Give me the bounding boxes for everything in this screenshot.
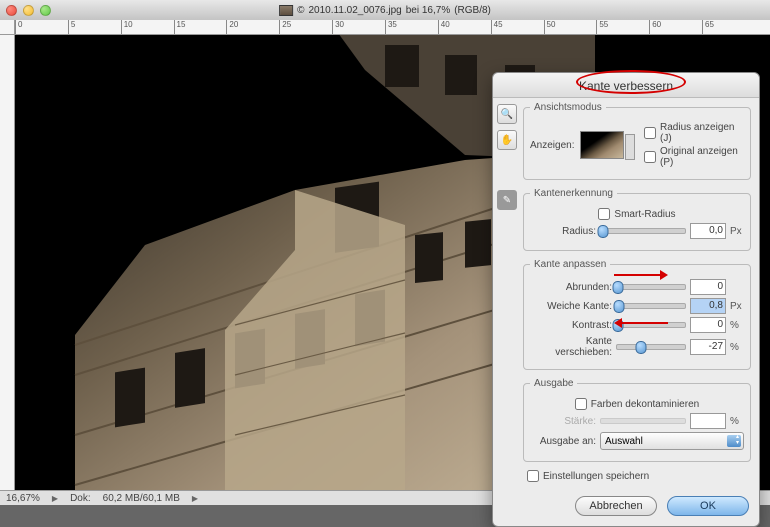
adjust-edge-legend: Kante anpassen: [530, 259, 610, 270]
workspace: 0 5 10 15 20 25 30 35 40 45 50 55 60 65: [0, 20, 770, 505]
smooth-input[interactable]: 0: [690, 279, 726, 295]
ok-button[interactable]: OK: [667, 496, 749, 516]
status-doc-value: 60,2 MB/60,1 MB: [103, 493, 180, 504]
edge-detection-group: Kantenerkennung Smart-Radius Radius: 0,0…: [523, 188, 751, 251]
feather-input[interactable]: 0,8: [690, 298, 726, 314]
smooth-label: Abrunden:: [530, 282, 612, 293]
window-titlebar: © 2010.11.02_0076.jpg bei 16,7% (RGB/8): [0, 0, 770, 20]
preview-label: Anzeigen:: [530, 140, 574, 151]
zoom-window-button[interactable]: [40, 5, 51, 16]
view-mode-group: Ansichtsmodus Anzeigen: Radius anzeigen …: [523, 102, 751, 180]
ruler-tick: 35: [385, 20, 397, 34]
decontaminate-checkbox[interactable]: Farben dekontaminieren: [575, 398, 699, 410]
radius-slider[interactable]: [600, 228, 686, 234]
ruler-tick: 60: [649, 20, 661, 34]
ruler-tick: 0: [15, 20, 22, 34]
ruler-tick: 10: [121, 20, 133, 34]
ruler-tick: 65: [702, 20, 714, 34]
disclosure-icon[interactable]: ▶: [192, 494, 198, 503]
cancel-button[interactable]: Abbrechen: [575, 496, 657, 516]
brush-icon: ✎: [503, 195, 511, 206]
hand-tool-button[interactable]: ✋: [497, 130, 517, 150]
ruler-tick: 45: [491, 20, 503, 34]
title-filename: 2010.11.02_0076.jpg: [308, 5, 401, 16]
minimize-window-button[interactable]: [23, 5, 34, 16]
zoom-icon: 🔍: [501, 109, 513, 120]
radius-input[interactable]: 0,0: [690, 223, 726, 239]
title-colorspace: (RGB/8): [454, 5, 491, 16]
amount-slider: [600, 418, 686, 424]
amount-unit: %: [730, 416, 744, 427]
smart-radius-checkbox[interactable]: Smart-Radius: [598, 208, 675, 220]
edge-detection-legend: Kantenerkennung: [530, 188, 617, 199]
contrast-unit: %: [730, 320, 744, 331]
shift-edge-input[interactable]: -27: [690, 339, 726, 355]
adjust-edge-group: Kante anpassen Abrunden: 0 Weiche Kante:…: [523, 259, 751, 370]
title-prefix: ©: [297, 5, 304, 16]
close-window-button[interactable]: [6, 5, 17, 16]
status-zoom[interactable]: 16,67%: [6, 493, 40, 504]
feather-label: Weiche Kante:: [530, 301, 612, 312]
ruler-tick: 5: [68, 20, 75, 34]
ruler-corner: [0, 20, 15, 35]
shift-edge-unit: %: [730, 342, 744, 353]
contrast-slider[interactable]: [616, 322, 686, 328]
ruler-tick: 30: [332, 20, 344, 34]
ruler-tick: 50: [544, 20, 556, 34]
zoom-tool-button[interactable]: 🔍: [497, 104, 517, 124]
ruler-horizontal: 0 5 10 15 20 25 30 35 40 45 50 55 60 65: [15, 20, 770, 35]
output-to-select[interactable]: Auswahl: [600, 432, 744, 450]
remember-settings-checkbox[interactable]: Einstellungen speichern: [527, 470, 751, 482]
ruler-tick: 25: [279, 20, 291, 34]
ruler-tick: 15: [174, 20, 186, 34]
output-legend: Ausgabe: [530, 378, 577, 389]
radius-unit: Px: [730, 226, 744, 237]
output-to-label: Ausgabe an:: [530, 436, 596, 447]
radius-label: Radius:: [530, 226, 596, 237]
contrast-input[interactable]: 0: [690, 317, 726, 333]
feather-slider[interactable]: [616, 303, 686, 309]
dialog-title: Kante verbessern: [493, 73, 759, 98]
amount-input: [690, 413, 726, 429]
document-proxy-icon: [279, 5, 293, 16]
title-zoom: bei 16,7%: [406, 5, 450, 16]
view-mode-legend: Ansichtsmodus: [530, 102, 606, 113]
status-doc-label: Dok:: [70, 493, 91, 504]
shift-edge-label: Kante verschieben:: [530, 336, 612, 358]
shift-edge-slider[interactable]: [616, 344, 686, 350]
smooth-slider[interactable]: [616, 284, 686, 290]
show-original-checkbox[interactable]: Original anzeigen (P): [644, 146, 744, 168]
output-group: Ausgabe Farben dekontaminieren Stärke: %…: [523, 378, 751, 462]
ruler-tick: 20: [226, 20, 238, 34]
refine-edge-dialog: Kante verbessern 🔍 ✋ ✎ Ansichtsmodus Anz…: [492, 72, 760, 527]
ruler-tick: 55: [596, 20, 608, 34]
ruler-tick: 40: [438, 20, 450, 34]
ruler-vertical: [0, 35, 15, 490]
show-radius-checkbox[interactable]: Radius anzeigen (J): [644, 122, 744, 144]
disclosure-icon[interactable]: ▶: [52, 494, 58, 503]
amount-label: Stärke:: [530, 416, 596, 427]
hand-icon: ✋: [501, 135, 513, 146]
traffic-lights: [6, 5, 51, 16]
window-title: © 2010.11.02_0076.jpg bei 16,7% (RGB/8): [279, 5, 491, 16]
dialog-toolstrip: 🔍 ✋ ✎: [493, 98, 521, 490]
contrast-label: Kontrast:: [530, 320, 612, 331]
refine-brush-button[interactable]: ✎: [497, 190, 517, 210]
preview-thumbnail-picker[interactable]: [580, 131, 624, 159]
feather-unit: Px: [730, 301, 744, 312]
